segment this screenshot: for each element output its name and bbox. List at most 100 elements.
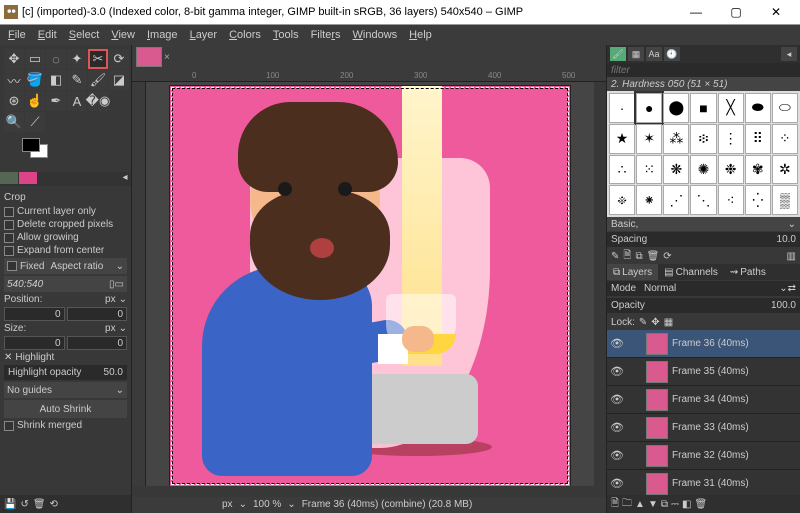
layer-down-icon[interactable]: ▼	[648, 499, 658, 510]
brush-item[interactable]: ❉	[718, 155, 744, 185]
tool-eraser[interactable]: ◪	[109, 70, 129, 90]
image-tab[interactable]	[136, 47, 162, 67]
brush-item[interactable]: ⠿	[745, 124, 771, 154]
brush-item[interactable]: ✲	[772, 155, 798, 185]
save-preset-icon[interactable]: 💾	[4, 499, 16, 510]
layer-visibility-icon[interactable]: 👁	[610, 477, 624, 490]
tab-tool-options[interactable]	[0, 172, 18, 184]
brush-del-icon[interactable]: 🗑	[647, 251, 660, 262]
size-unit-dropdown-icon[interactable]: ⌄	[119, 323, 127, 334]
brush-item[interactable]: ✾	[745, 155, 771, 185]
lock-pixels-icon[interactable]: ✎	[639, 317, 647, 328]
preset-dropdown-icon[interactable]: ⌄	[788, 219, 796, 230]
brush-filter-input[interactable]: filter	[607, 63, 800, 77]
mode-dropdown-icon[interactable]: ⌄	[779, 283, 787, 294]
fg-color[interactable]	[22, 138, 40, 152]
pos-y-input[interactable]: 0	[67, 307, 128, 321]
layer-opacity-value[interactable]: 100.0	[771, 300, 796, 311]
auto-shrink-button[interactable]: Auto Shrink	[4, 400, 127, 418]
tool-bucket[interactable]: 🪣	[25, 70, 45, 90]
brush-edit-icon[interactable]: ✎	[611, 251, 619, 262]
layer-dup-icon[interactable]: ⧉	[661, 499, 668, 510]
menu-edit[interactable]: Edit	[32, 27, 63, 43]
size-h-input[interactable]: 0	[67, 336, 128, 350]
brush-item[interactable]: ⋱	[690, 185, 716, 215]
tool-fuzzy-select[interactable]: ✦	[67, 49, 87, 69]
layer-item[interactable]: 👁Frame 31 (40ms)	[607, 470, 800, 495]
viewport[interactable]	[146, 82, 594, 486]
menu-help[interactable]: Help	[403, 27, 438, 43]
brush-item[interactable]: ╳	[718, 93, 744, 123]
brush-item[interactable]: ⋰	[663, 185, 689, 215]
ratio-input[interactable]: 540:540	[7, 279, 109, 290]
crop-marquee[interactable]	[172, 88, 568, 484]
tool-path[interactable]: ✒	[46, 91, 66, 111]
layer-group-icon[interactable]: 🗀	[622, 496, 632, 513]
tool-warp[interactable]: 〰	[4, 70, 24, 90]
ck-fixed[interactable]	[7, 261, 17, 271]
layer-visibility-icon[interactable]: 👁	[610, 393, 624, 406]
ck-current-layer[interactable]	[4, 207, 14, 217]
brush-item[interactable]: ❋	[663, 155, 689, 185]
image[interactable]	[170, 86, 570, 486]
tool-text[interactable]: A	[67, 91, 87, 111]
brush-item[interactable]: ⋮	[718, 124, 744, 154]
layer-visibility-icon[interactable]: 👁	[610, 449, 624, 462]
tool-pencil[interactable]: ✎	[67, 70, 87, 90]
brush-item[interactable]: ⁘	[772, 124, 798, 154]
zoom-dropdown-icon[interactable]: ⌄	[287, 499, 295, 510]
reset-preset-icon[interactable]: ⟲	[50, 499, 58, 510]
dock-menu-right[interactable]: ◂	[781, 47, 797, 61]
tab-history[interactable]: 🕘	[664, 47, 680, 61]
pos-x-input[interactable]: 0	[4, 307, 65, 321]
highlight-opacity-value[interactable]: 50.0	[104, 367, 123, 378]
brush-item[interactable]: ⬭	[772, 93, 798, 123]
brush-item[interactable]: ⁙	[636, 155, 662, 185]
brush-item[interactable]: ●	[636, 93, 662, 123]
ck-delete-cropped[interactable]	[4, 220, 14, 230]
menu-select[interactable]: Select	[63, 27, 106, 43]
brush-item[interactable]: ✶	[636, 124, 662, 154]
layer-new-icon[interactable]: 🗎	[611, 496, 619, 513]
status-unit[interactable]: px	[222, 499, 233, 510]
menu-file[interactable]: File	[2, 27, 32, 43]
tab-layers[interactable]: ⧉Layers	[607, 264, 658, 280]
tool-free-select[interactable]: ◌	[46, 49, 66, 69]
layer-visibility-icon[interactable]: 👁	[610, 421, 624, 434]
layer-merge-icon[interactable]: ⎓	[671, 499, 679, 510]
brush-item[interactable]: ✺	[690, 155, 716, 185]
tab-brushes[interactable]: 🖌	[610, 47, 626, 61]
layer-item[interactable]: 👁Frame 32 (40ms)	[607, 442, 800, 470]
scrollbar-vertical[interactable]	[594, 82, 606, 486]
window-close[interactable]: ✕	[756, 0, 796, 24]
layer-visibility-icon[interactable]: 👁	[610, 337, 624, 350]
status-zoom[interactable]: 100 %	[253, 499, 281, 510]
orient-landscape-icon[interactable]: ▭	[115, 279, 124, 290]
brush-item[interactable]: ⬬	[745, 93, 771, 123]
tool-measure[interactable]: ⟋	[25, 112, 45, 132]
layer-mask-icon[interactable]: ◧	[682, 499, 691, 510]
brush-item[interactable]: ■	[690, 93, 716, 123]
ck-allow-growing[interactable]	[4, 233, 14, 243]
fixed-mode[interactable]: Aspect ratio	[50, 261, 115, 272]
ck-expand-center[interactable]	[4, 246, 14, 256]
ruler-horizontal[interactable]: 0 100 200 300 400 500	[132, 69, 606, 82]
layer-item[interactable]: 👁Frame 34 (40ms)	[607, 386, 800, 414]
tool-rotate[interactable]: ⟳	[109, 49, 129, 69]
tab-channels[interactable]: ▤Channels	[658, 264, 724, 280]
tool-picker[interactable]: �◉	[88, 91, 108, 111]
fixed-mode-dropdown-icon[interactable]: ⌄	[116, 261, 124, 272]
brush-dup-icon[interactable]: ⧉	[635, 251, 642, 262]
layer-item[interactable]: 👁Frame 36 (40ms)	[607, 330, 800, 358]
menu-view[interactable]: View	[105, 27, 141, 43]
layer-delete-icon[interactable]: 🗑	[694, 499, 707, 510]
scrollbar-horizontal[interactable]	[132, 486, 606, 497]
brush-item[interactable]: ▒	[772, 185, 798, 215]
restore-preset-icon[interactable]: ↺	[20, 499, 28, 510]
highlight-close-icon[interactable]: ✕	[4, 352, 12, 363]
guides-select[interactable]: No guides	[7, 385, 116, 396]
brush-item[interactable]: ★	[609, 124, 635, 154]
tool-rect-select[interactable]: ▭	[25, 49, 45, 69]
menu-image[interactable]: Image	[141, 27, 184, 43]
size-w-input[interactable]: 0	[4, 336, 65, 350]
